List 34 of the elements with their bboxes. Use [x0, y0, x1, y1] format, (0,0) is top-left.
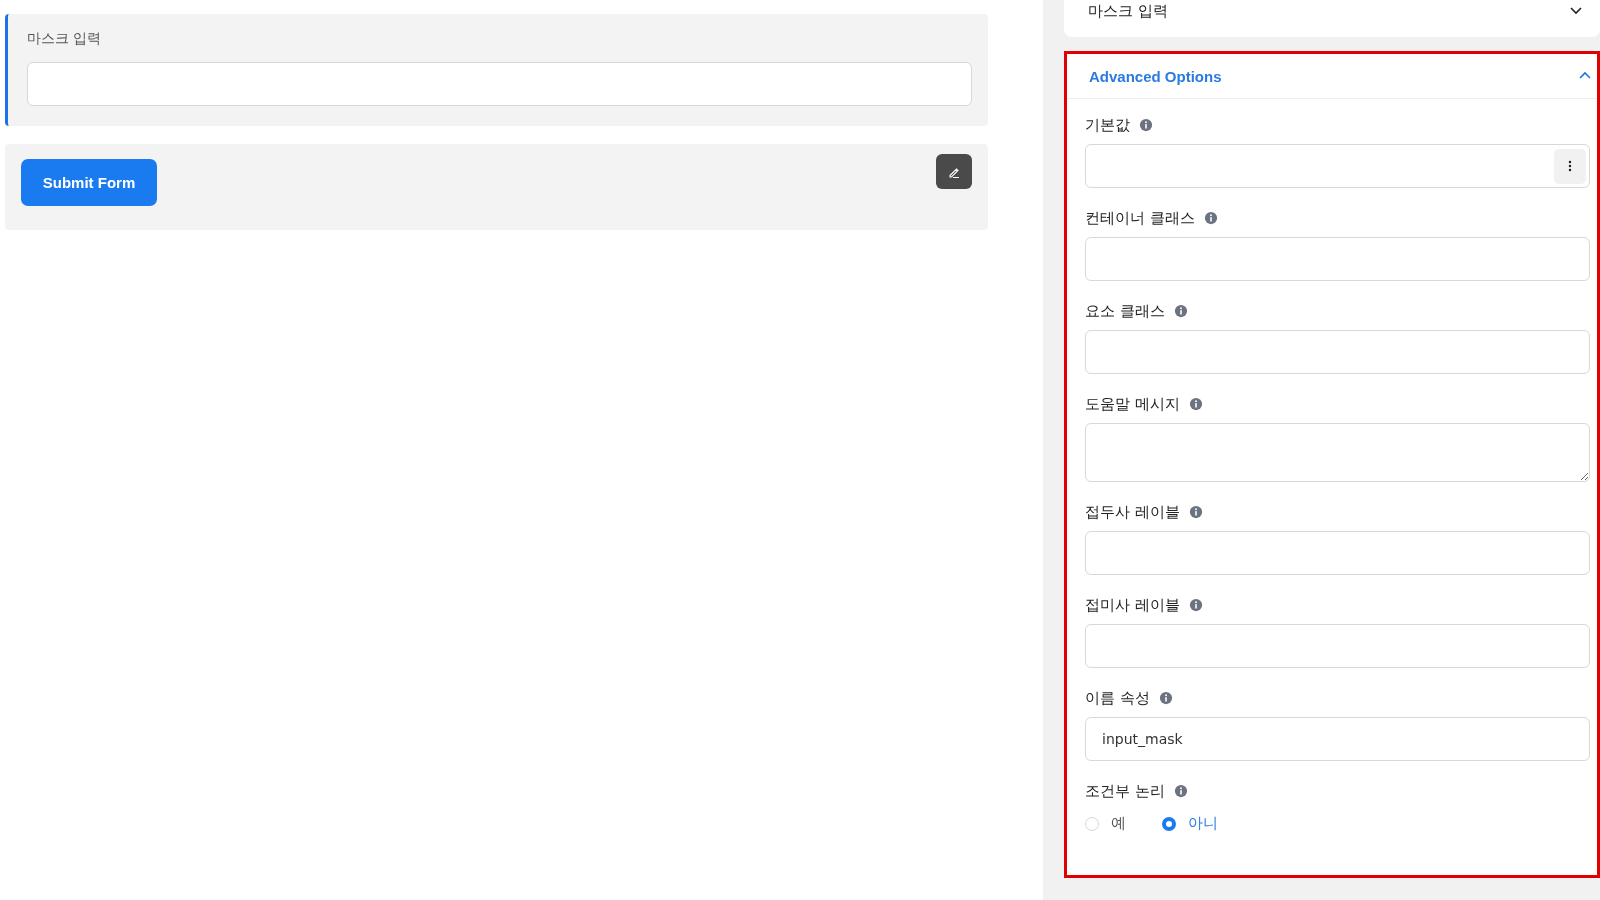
radio-label[interactable]: 아니	[1188, 814, 1218, 833]
field-label: 요소 클래스	[1085, 301, 1165, 321]
input-field[interactable]	[1085, 531, 1590, 575]
field-label: 접두사 레이블	[1085, 502, 1180, 522]
info-icon[interactable]	[1139, 118, 1153, 132]
info-icon[interactable]	[1203, 211, 1218, 225]
edit-button[interactable]	[936, 154, 972, 189]
field-label: 도움말 메시지	[1085, 394, 1180, 414]
input-field[interactable]	[1085, 237, 1590, 281]
submit-button[interactable]: Submit Form	[21, 159, 157, 206]
field-label: 기본값	[1085, 115, 1130, 135]
radio-button[interactable]	[1162, 816, 1176, 831]
input-field[interactable]	[1085, 624, 1590, 668]
field-label: 이름 속성	[1085, 688, 1150, 708]
input-field[interactable]: input_mask	[1085, 717, 1590, 761]
section-title: 마스크 입력	[1088, 2, 1168, 21]
field-label: 조건부 논리	[1085, 781, 1165, 801]
section-header[interactable]: Advanced Options	[1067, 54, 1597, 99]
info-icon[interactable]	[1188, 598, 1203, 612]
info-icon[interactable]	[1188, 397, 1203, 411]
input-field[interactable]	[1085, 144, 1590, 188]
section-header[interactable]: 마스크 입력	[1064, 0, 1600, 37]
section-title: Advanced Options	[1089, 67, 1222, 85]
info-icon[interactable]	[1173, 304, 1188, 318]
info-icon[interactable]	[1158, 691, 1173, 705]
field-label: 컨테이너 클래스	[1085, 208, 1195, 228]
field-label: 접미사 레이블	[1085, 595, 1180, 615]
info-icon[interactable]	[1173, 784, 1188, 798]
field-label: 마스크 입력	[27, 30, 103, 48]
input-field[interactable]	[1085, 330, 1590, 374]
info-icon[interactable]	[1188, 505, 1203, 519]
input-field[interactable]	[27, 62, 972, 106]
radio-label[interactable]: 예	[1111, 814, 1126, 833]
field-card[interactable]: 마스크 입력	[5, 14, 988, 126]
